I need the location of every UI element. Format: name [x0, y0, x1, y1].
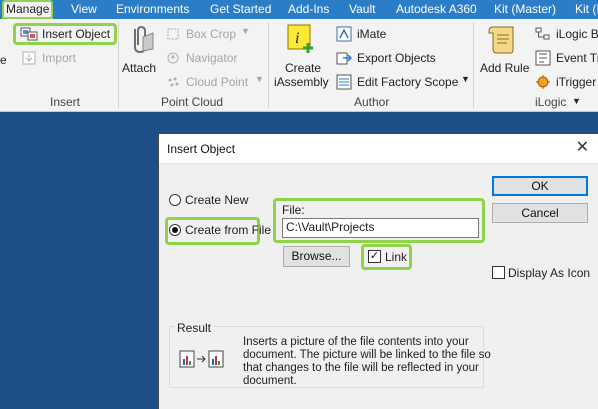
export-objects-icon [336, 52, 352, 65]
group-separator [268, 22, 269, 108]
imate-label: iMate [357, 27, 387, 41]
insert-group-label: Insert [50, 95, 81, 109]
file-label: File: [282, 203, 305, 217]
close-icon[interactable]: ✕ [576, 140, 589, 156]
box-crop-label: Box Crop [186, 27, 237, 41]
tab-environments[interactable]: Environments [116, 0, 189, 19]
cut-off-label: e [0, 53, 7, 67]
navigator-icon [167, 52, 179, 64]
checkbox-box[interactable] [492, 266, 505, 279]
result-line: that changes to the file will be reflect… [243, 362, 479, 374]
event-triggers-label: Event Tr [556, 51, 598, 65]
attach-label: Attach [122, 61, 157, 75]
iassembly-icon: i [287, 24, 313, 53]
create-new-label: Create New [185, 193, 249, 207]
dialog-title-bar: Insert Object ✕ [159, 134, 598, 164]
group-separator [118, 22, 119, 108]
display-as-icon-label: Display As Icon [508, 266, 591, 280]
radio-circle[interactable] [169, 224, 181, 236]
tab-vault[interactable]: Vault [349, 0, 375, 19]
imate-icon [336, 26, 352, 42]
ilogic-group-label: iLogic [535, 95, 567, 109]
svg-text:i: i [295, 30, 299, 47]
result-line: Inserts a picture of the file contents i… [243, 336, 469, 348]
file-path-input[interactable]: C:\Vault\Projects [282, 218, 479, 238]
factory-scope-icon [336, 74, 352, 90]
browse-button[interactable]: Browse... [283, 246, 350, 267]
cloud-point-label: Cloud Point [186, 75, 249, 89]
tab-add-ins[interactable]: Add-Ins [288, 0, 329, 19]
dialog-title: Insert Object [167, 142, 236, 156]
chevron-down-icon[interactable]: ▼ [572, 96, 581, 106]
export-objects-label: Export Objects [357, 51, 436, 65]
add-rule-label: Add Rule [480, 61, 530, 75]
radio-circle[interactable] [169, 194, 181, 206]
cloud-point-icon [168, 77, 179, 87]
create-iassembly-line2: iAssembly [274, 75, 329, 89]
scroll-icon [488, 26, 514, 54]
chevron-down-icon: ▼ [255, 74, 264, 84]
ok-button[interactable]: OK [492, 176, 588, 196]
linked-file-icon [179, 350, 224, 368]
tab-view[interactable]: View [71, 0, 97, 19]
tab-kit-master[interactable]: Kit (Master) [494, 0, 556, 19]
insert-object-dialog: Insert Object ✕ Create New Create from F… [158, 134, 598, 409]
import-icon [22, 51, 36, 65]
create-from-file-label: Create from File [185, 223, 272, 237]
event-triggers-icon [535, 50, 551, 66]
cancel-button[interactable]: Cancel [492, 203, 588, 223]
tab-autodesk-a360[interactable]: Autodesk A360 [396, 0, 477, 19]
link-label: Link [385, 250, 408, 264]
tab-manage[interactable]: Manage [2, 0, 54, 19]
insert-object-label: Insert Object [42, 27, 111, 41]
ribbon-tab-bar: Manage View Environments Get Started Add… [0, 0, 598, 19]
tab-kit-partial[interactable]: Kit (I [575, 0, 598, 19]
group-separator [473, 22, 474, 108]
box-crop-icon [167, 28, 179, 40]
result-line: document. [243, 375, 297, 387]
paperclip-icon [134, 25, 154, 54]
result-title: Result [175, 321, 214, 335]
ribbon-panel: e Insert Object Import Insert Attach Box… [0, 19, 598, 112]
check-icon[interactable]: ✓ [368, 250, 381, 263]
edit-factory-scope-label: Edit Factory Scope [357, 75, 459, 89]
import-label: Import [42, 51, 77, 65]
itrigger-label: iTrigger [556, 75, 597, 89]
author-group-label: Author [354, 95, 390, 109]
create-iassembly-line1: Create [285, 61, 322, 75]
chevron-down-icon: ▼ [461, 74, 470, 84]
point-cloud-group-label: Point Cloud [161, 95, 224, 109]
insert-object-icon [20, 27, 38, 41]
ilogic-browser-icon [535, 27, 550, 40]
result-line: document. The picture will be linked to … [243, 349, 491, 361]
ilogic-browser-label: iLogic B [556, 27, 598, 41]
chevron-down-icon: ▼ [241, 26, 250, 36]
tab-get-started[interactable]: Get Started [210, 0, 271, 19]
navigator-label: Navigator [186, 51, 238, 65]
itrigger-icon [536, 75, 550, 89]
result-description: Inserts a picture of the file contents i… [243, 336, 491, 388]
